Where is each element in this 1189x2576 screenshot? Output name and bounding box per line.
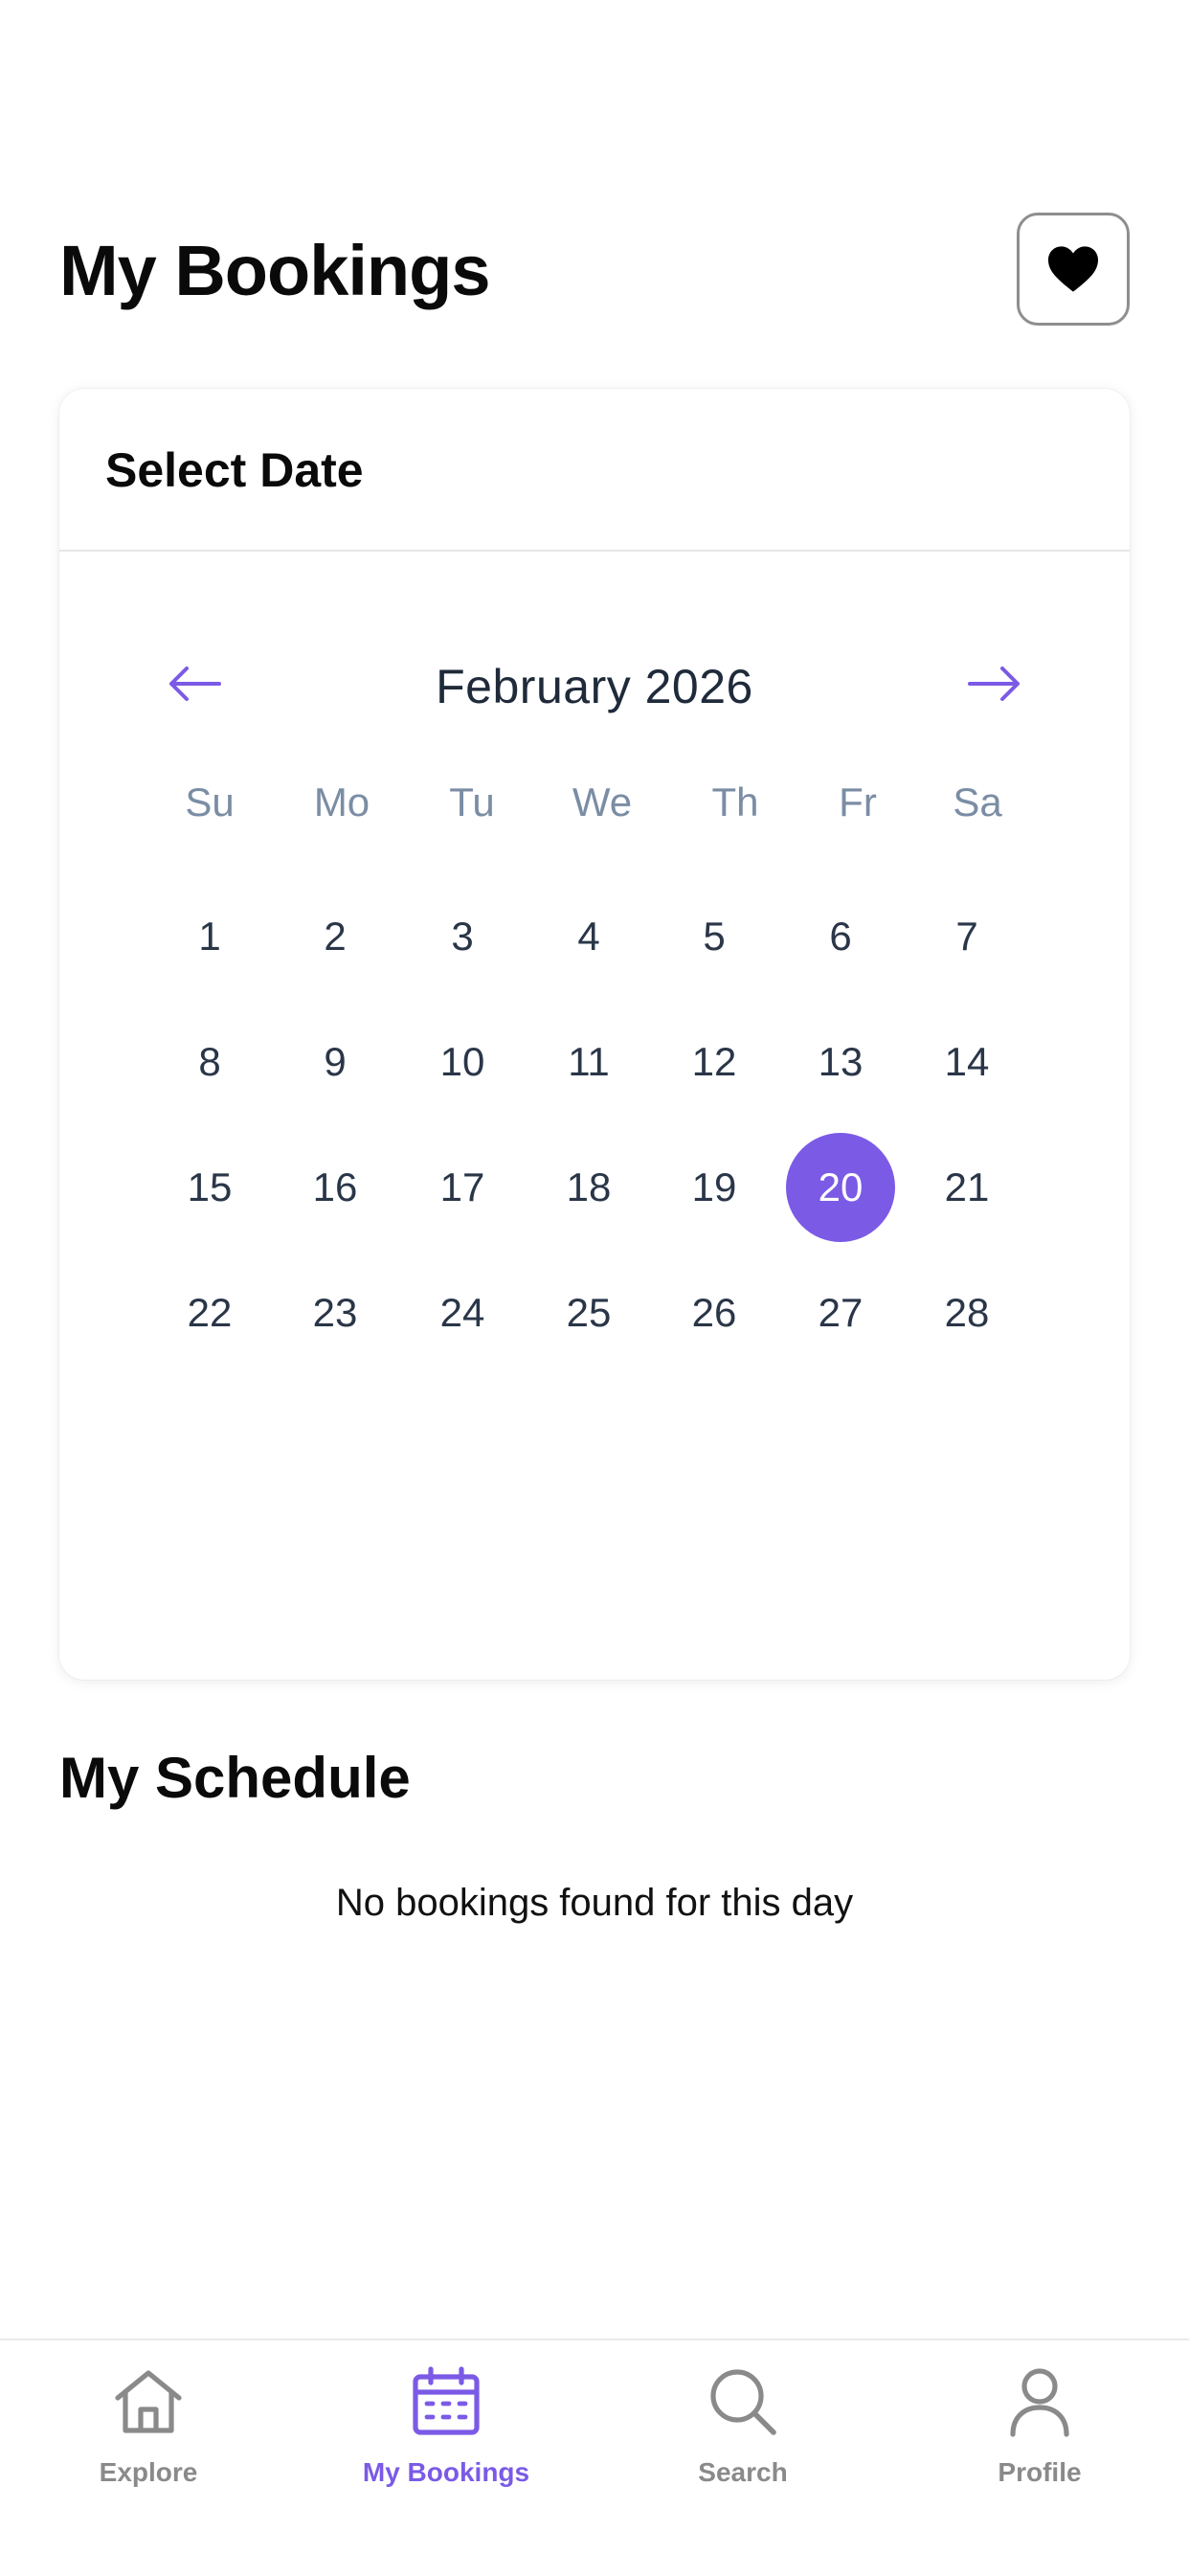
- day-cell[interactable]: 24: [408, 1258, 517, 1367]
- heart-icon: [1048, 246, 1098, 292]
- day-grid: 1 2 3 4 5 6 7 8 9 10 11 12 13 14 15 16 17 18 19 20 21 22 23 24 2…: [59, 389, 1130, 1680]
- user-icon: [1010, 2368, 1069, 2437]
- tab-profile[interactable]: Profile: [896, 2358, 1183, 2530]
- day-cell[interactable]: 22: [155, 1258, 264, 1367]
- day-cell[interactable]: 19: [660, 1133, 769, 1242]
- day-cell[interactable]: 9: [280, 1007, 390, 1117]
- day-cell[interactable]: 2: [280, 882, 390, 991]
- tab-label: Search: [698, 2457, 788, 2487]
- bottom-tab-bar: Explore My Bookings Search Profile: [0, 2339, 1189, 2576]
- favorites-button[interactable]: [1017, 213, 1130, 326]
- day-cell[interactable]: 16: [280, 1133, 390, 1242]
- day-cell[interactable]: 7: [912, 882, 1021, 991]
- day-cell[interactable]: 6: [786, 882, 895, 991]
- day-cell[interactable]: 25: [534, 1258, 643, 1367]
- day-cell[interactable]: 23: [280, 1258, 390, 1367]
- day-cell[interactable]: 1: [155, 882, 264, 991]
- schedule-title: My Schedule: [59, 1746, 411, 1810]
- day-cell[interactable]: 26: [660, 1258, 769, 1367]
- day-cell[interactable]: 3: [408, 882, 517, 991]
- day-cell[interactable]: 15: [155, 1133, 264, 1242]
- date-picker-card: Select Date February 2026 Su Mo Tu We Th Fr Sa…: [59, 389, 1130, 1680]
- search-icon: [710, 2369, 776, 2435]
- empty-schedule-message: No bookings found for this day: [335, 1882, 854, 1924]
- tab-explore[interactable]: Explore: [5, 2358, 292, 2530]
- page-title: My Bookings: [59, 231, 490, 310]
- day-cell[interactable]: 8: [155, 1007, 264, 1117]
- tab-label: Explore: [99, 2457, 198, 2487]
- day-cell[interactable]: 10: [408, 1007, 517, 1117]
- day-cell[interactable]: 18: [534, 1133, 643, 1242]
- day-cell-selected[interactable]: 20: [786, 1133, 895, 1242]
- day-cell[interactable]: 4: [534, 882, 643, 991]
- page-header: My Bookings: [59, 213, 1130, 329]
- day-cell[interactable]: 5: [660, 882, 769, 991]
- day-cell[interactable]: 21: [912, 1133, 1021, 1242]
- day-cell[interactable]: 27: [786, 1258, 895, 1367]
- day-cell[interactable]: 14: [912, 1007, 1021, 1117]
- day-cell[interactable]: 11: [534, 1007, 643, 1117]
- day-cell[interactable]: 13: [786, 1007, 895, 1117]
- tab-label: My Bookings: [362, 2457, 530, 2487]
- home-icon: [115, 2370, 182, 2433]
- tab-search[interactable]: Search: [599, 2358, 886, 2530]
- day-cell[interactable]: 17: [408, 1133, 517, 1242]
- tab-my-bookings[interactable]: My Bookings: [303, 2358, 590, 2530]
- day-cell[interactable]: 12: [660, 1007, 769, 1117]
- tab-label: Profile: [998, 2457, 1082, 2487]
- day-cell[interactable]: 28: [912, 1258, 1021, 1367]
- calendar-icon: [413, 2366, 480, 2435]
